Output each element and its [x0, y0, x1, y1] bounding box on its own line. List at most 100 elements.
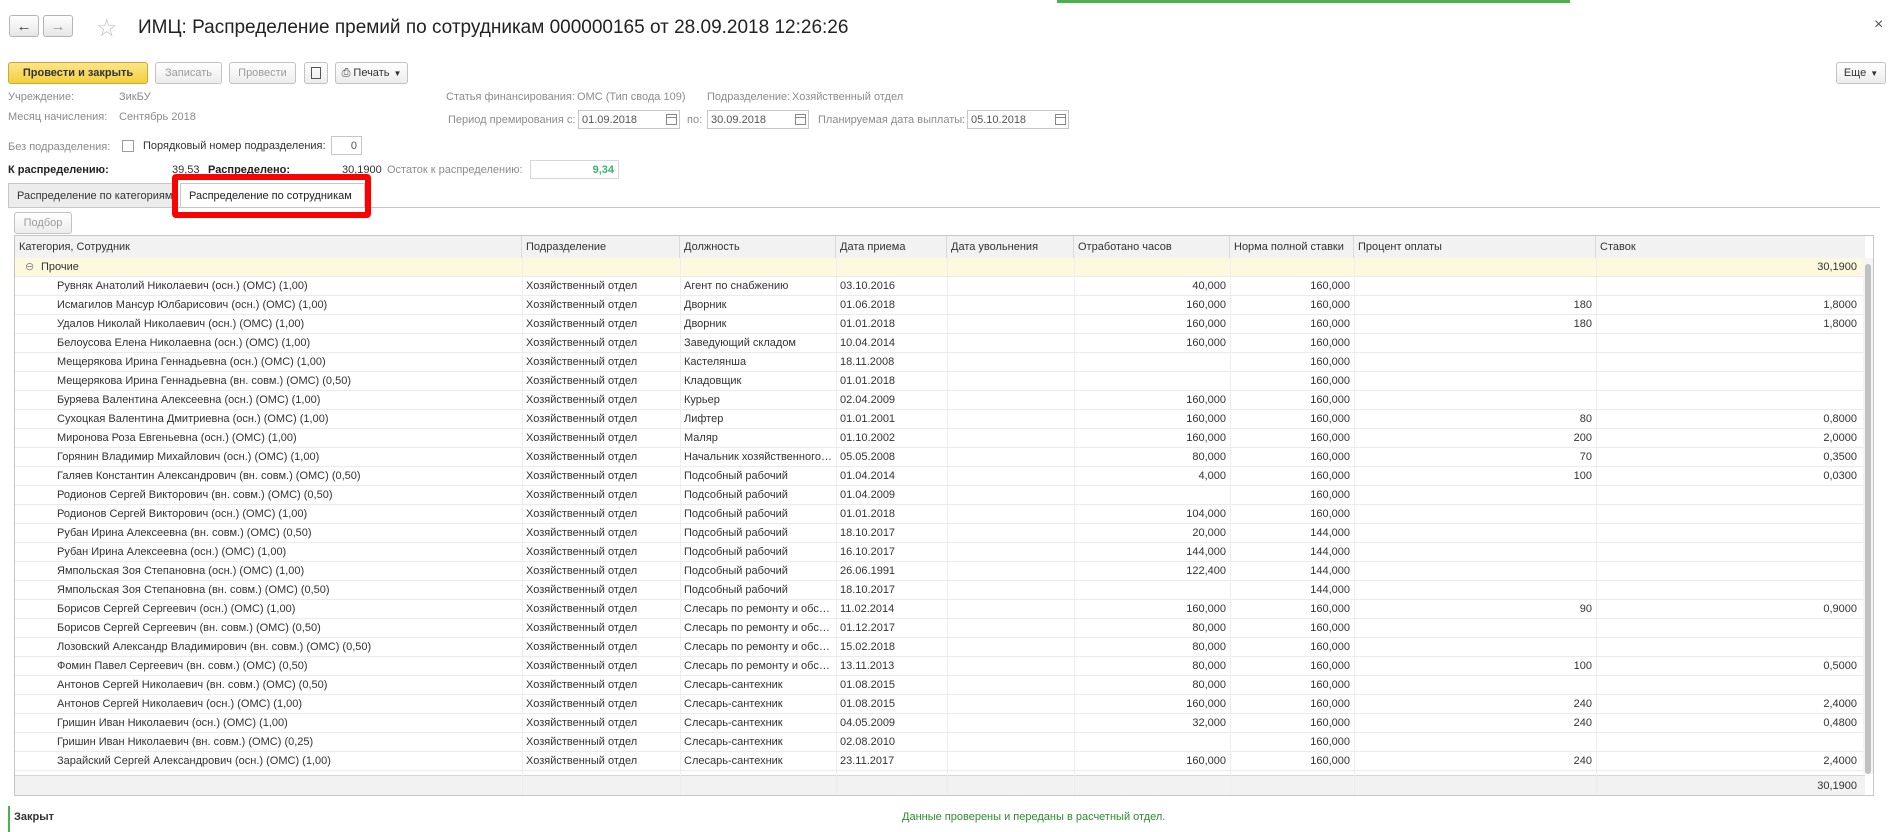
- copy-button[interactable]: [304, 62, 328, 84]
- table-row[interactable]: Миронова Роза Евгеньевна (осн.) (ОМС) (1…: [15, 429, 1865, 448]
- table-row[interactable]: Родионов Сергей Викторович (осн.) (ОМС) …: [15, 505, 1865, 524]
- period-from-field[interactable]: 01.09.2018: [578, 110, 680, 129]
- table-row[interactable]: Лозовский Александр Владимирович (вн. со…: [15, 638, 1865, 657]
- table-row[interactable]: Ямпольская Зоя Степановна (вн. совм.) (О…: [15, 581, 1865, 600]
- table-row[interactable]: Буряева Валентина Алексеевна (осн.) (ОМС…: [15, 391, 1865, 410]
- save-button[interactable]: Записать: [155, 62, 222, 84]
- tab-by-category[interactable]: Распределение по категориям: [8, 183, 178, 207]
- cell-hire-date: 01.12.2017: [840, 622, 896, 634]
- table-row[interactable]: Горянин Владимир Михайлович (осн.) (ОМС)…: [15, 448, 1865, 467]
- group-row[interactable]: ⊖ Прочие 30,1900: [15, 258, 1865, 277]
- table-row[interactable]: Борисов Сергей Сергеевич (осн.) (ОМС) (1…: [15, 600, 1865, 619]
- cell-department: Хозяйственный отдел: [526, 698, 638, 710]
- printer-icon: ⎙: [341, 66, 351, 79]
- cell-dismissal-date: [947, 600, 1074, 618]
- cell-employee: Рубан Ирина Алексеевна (вн. совм.) (ОМС)…: [57, 527, 312, 539]
- cell-hours: 160,000: [1186, 394, 1226, 406]
- post-and-close-button[interactable]: Провести и закрыть: [8, 62, 148, 84]
- col-header-percent[interactable]: Процент оплаты: [1354, 236, 1596, 258]
- table-row[interactable]: Удалов Николай Николаевич (осн.) (ОМС) (…: [15, 315, 1865, 334]
- cell-hire-date: 01.08.2015: [840, 698, 896, 710]
- employees-table[interactable]: Категория, Сотрудник Подразделение Должн…: [14, 235, 1874, 796]
- print-button[interactable]: ⎙ Печать ▼: [335, 62, 408, 84]
- table-row[interactable]: Мещерякова Ирина Геннадьевна (вн. совм.)…: [15, 372, 1865, 391]
- cell-employee: Борисов Сергей Сергеевич (вн. совм.) (ОМ…: [57, 622, 321, 634]
- cell-dismissal-date: [947, 429, 1074, 447]
- col-header-norm[interactable]: Норма полной ставки: [1230, 236, 1354, 258]
- institution-label: Учреждение:: [8, 91, 75, 103]
- col-header-rate[interactable]: Ставок: [1596, 236, 1865, 258]
- cell-norm: 160,000: [1310, 603, 1350, 615]
- cell-percent: [1354, 486, 1596, 504]
- period-from-label: Период премирования с:: [448, 114, 576, 126]
- cell-rate: [1596, 505, 1861, 523]
- table-row[interactable]: Гришин Иван Николаевич (вн. совм.) (ОМС)…: [15, 733, 1865, 752]
- select-button[interactable]: Подбор: [14, 212, 72, 234]
- close-icon[interactable]: ×: [1874, 16, 1883, 34]
- cell-position: Подсобный рабочий: [684, 489, 788, 501]
- cell-hire-date: 01.01.2018: [840, 375, 896, 387]
- table-row[interactable]: Ямпольская Зоя Степановна (осн.) (ОМС) (…: [15, 562, 1865, 581]
- scrollbar-thumb[interactable]: [1865, 264, 1871, 774]
- cell-hours: 20,000: [1192, 527, 1226, 539]
- period-to-field[interactable]: 30.09.2018: [707, 110, 809, 129]
- post-button[interactable]: Провести: [229, 62, 296, 84]
- vertical-scrollbar[interactable]: [1863, 258, 1873, 774]
- cell-norm: 160,000: [1310, 394, 1350, 406]
- table-row[interactable]: Исмагилов Мансур Юлбарисович (осн.) (ОМС…: [15, 296, 1865, 315]
- calendar-icon[interactable]: [1055, 114, 1066, 125]
- cell-department: Хозяйственный отдел: [526, 584, 638, 596]
- table-row[interactable]: Мещерякова Ирина Геннадьевна (осн.) (ОМС…: [15, 353, 1865, 372]
- table-row[interactable]: Рувняк Анатолий Николаевич (осн.) (ОМС) …: [15, 277, 1865, 296]
- table-row[interactable]: Галяев Константин Александрович (вн. сов…: [15, 467, 1865, 486]
- cell-norm: 144,000: [1310, 565, 1350, 577]
- table-row[interactable]: Фомин Павел Сергеевич (вн. совм.) (ОМС) …: [15, 657, 1865, 676]
- forward-button[interactable]: →: [43, 15, 73, 37]
- table-row[interactable]: Рубан Ирина Алексеевна (вн. совм.) (ОМС)…: [15, 524, 1865, 543]
- cell-employee: Гришин Иван Николаевич (осн.) (ОМС) (1,0…: [57, 717, 288, 729]
- calendar-icon[interactable]: [666, 114, 677, 125]
- table-row[interactable]: Белоусова Елена Николаевна (осн.) (ОМС) …: [15, 334, 1865, 353]
- calendar-icon[interactable]: [795, 114, 806, 125]
- table-row[interactable]: Рубан Ирина Алексеевна (осн.) (ОМС) (1,0…: [15, 543, 1865, 562]
- cell-department: Хозяйственный отдел: [526, 337, 638, 349]
- remainder-value: 9,34: [592, 163, 614, 176]
- cell-hire-date: 10.04.2014: [840, 337, 896, 349]
- financing-value: ОМС (Тип свода 109): [577, 91, 686, 103]
- cell-department: Хозяйственный отдел: [526, 508, 638, 520]
- col-header-hire-date[interactable]: Дата приема: [836, 236, 947, 258]
- col-header-hours[interactable]: Отработано часов: [1074, 236, 1230, 258]
- table-row[interactable]: Антонов Сергей Николаевич (вн. совм.) (О…: [15, 676, 1865, 695]
- col-header-position[interactable]: Должность: [680, 236, 836, 258]
- cell-hire-date: 01.01.2018: [840, 508, 896, 520]
- pay-date-field[interactable]: 05.10.2018: [967, 110, 1069, 129]
- department-value: Хозяйственный отдел: [792, 91, 904, 103]
- back-button[interactable]: ←: [9, 15, 39, 37]
- table-row[interactable]: Зарайский Сергей Александрович (осн.) (О…: [15, 752, 1865, 771]
- table-row[interactable]: Родионов Сергей Викторович (вн. совм.) (…: [15, 486, 1865, 505]
- remainder-field: 9,34: [530, 160, 619, 179]
- table-row[interactable]: Сухоцкая Валентина Дмитриевна (осн.) (ОМ…: [15, 410, 1865, 429]
- table-row[interactable]: Антонов Сергей Николаевич (осн.) (ОМС) (…: [15, 695, 1865, 714]
- table-row[interactable]: Борисов Сергей Сергеевич (вн. совм.) (ОМ…: [15, 619, 1865, 638]
- col-header-category[interactable]: Категория, Сотрудник: [15, 236, 522, 258]
- dept-number-field[interactable]: 0: [331, 136, 362, 155]
- cell-hours: 122,400: [1186, 565, 1226, 577]
- document-status: Закрыт: [14, 811, 55, 823]
- cell-percent: [1354, 733, 1596, 751]
- cell-hire-date: 18.10.2017: [840, 527, 896, 539]
- cell-department: Хозяйственный отдел: [526, 451, 638, 463]
- col-header-department[interactable]: Подразделение: [522, 236, 680, 258]
- no-department-checkbox[interactable]: [122, 140, 134, 152]
- cell-norm: 160,000: [1310, 755, 1350, 767]
- cell-position: Слесарь по ремонту и обслуживанию: [684, 622, 836, 634]
- table-row[interactable]: Гришин Иван Николаевич (осн.) (ОМС) (1,0…: [15, 714, 1865, 733]
- cell-norm: 160,000: [1310, 717, 1350, 729]
- col-header-dismissal-date[interactable]: Дата увольнения: [947, 236, 1074, 258]
- cell-position: Дворник: [684, 299, 727, 311]
- cell-dismissal-date: [947, 714, 1074, 732]
- favorite-star-icon[interactable]: ☆: [96, 14, 118, 43]
- more-button[interactable]: Еще ▼: [1836, 62, 1886, 84]
- cell-employee: Ямпольская Зоя Степановна (осн.) (ОМС) (…: [57, 565, 305, 577]
- cell-norm: 160,000: [1310, 299, 1350, 311]
